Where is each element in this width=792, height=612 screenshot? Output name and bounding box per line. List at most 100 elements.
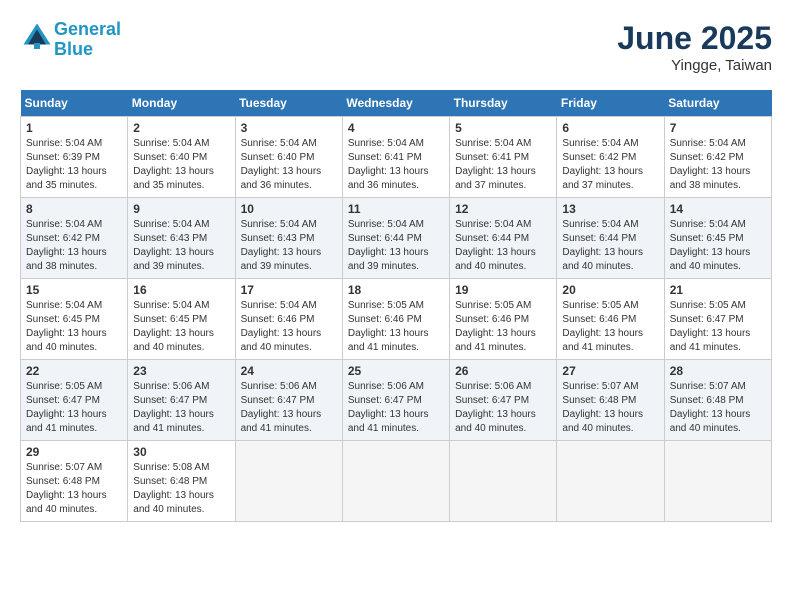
calendar-week-row: 22 Sunrise: 5:05 AM Sunset: 6:47 PM Dayli… — [21, 360, 772, 441]
table-row: 30 Sunrise: 5:08 AM Sunset: 6:48 PM Dayli… — [128, 441, 235, 522]
day-info: Sunrise: 5:04 AM Sunset: 6:39 PM Dayligh… — [26, 137, 122, 193]
calendar-week-row: 8Sunrise: 5:04 AM Sunset: 6:42 PM Daylig… — [21, 198, 772, 279]
table-row: 15 Sunrise: 5:04 AM Sunset: 6:45 PM Dayli… — [21, 279, 128, 360]
table-row: 20 Sunrise: 5:05 AM Sunset: 6:46 PM Dayli… — [557, 279, 664, 360]
table-row — [557, 441, 664, 522]
table-row — [664, 441, 771, 522]
day-info: Sunrise: 5:06 AM Sunset: 6:47 PM Dayligh… — [348, 380, 444, 436]
day-info: Sunrise: 5:07 AM Sunset: 6:48 PM Dayligh… — [562, 380, 658, 436]
day-info: Sunrise: 5:05 AM Sunset: 6:47 PM Dayligh… — [26, 380, 122, 436]
day-number: 18 — [348, 283, 444, 297]
calendar-week-row: 1 Sunrise: 5:04 AM Sunset: 6:39 PM Daylig… — [21, 117, 772, 198]
col-saturday: Saturday — [664, 90, 771, 117]
day-number: 20 — [562, 283, 658, 297]
day-info: Sunrise: 5:04 AM Sunset: 6:41 PM Dayligh… — [348, 137, 444, 193]
day-number: 1 — [26, 121, 122, 135]
table-row: 5 Sunrise: 5:04 AM Sunset: 6:41 PM Daylig… — [450, 117, 557, 198]
day-number: 29 — [26, 445, 122, 459]
day-number: 21 — [670, 283, 766, 297]
table-row: 7Sunrise: 5:04 AM Sunset: 6:42 PM Daylig… — [664, 117, 771, 198]
day-number: 10 — [241, 202, 337, 216]
month-title: June 2025 — [617, 20, 772, 57]
day-info: Sunrise: 5:08 AM Sunset: 6:48 PM Dayligh… — [133, 461, 229, 517]
logo: General Blue — [20, 20, 121, 60]
day-number: 30 — [133, 445, 229, 459]
day-number: 23 — [133, 364, 229, 378]
day-number: 4 — [348, 121, 444, 135]
logo-line2: Blue — [54, 39, 93, 59]
day-info: Sunrise: 5:04 AM Sunset: 6:45 PM Dayligh… — [26, 299, 122, 355]
col-monday: Monday — [128, 90, 235, 117]
day-number: 5 — [455, 121, 551, 135]
day-number: 8 — [26, 202, 122, 216]
day-info: Sunrise: 5:05 AM Sunset: 6:46 PM Dayligh… — [455, 299, 551, 355]
table-row: 28 Sunrise: 5:07 AM Sunset: 6:48 PM Dayli… — [664, 360, 771, 441]
table-row: 9 Sunrise: 5:04 AM Sunset: 6:43 PM Daylig… — [128, 198, 235, 279]
calendar-header-row: Sunday Monday Tuesday Wednesday Thursday… — [21, 90, 772, 117]
day-info: Sunrise: 5:04 AM Sunset: 6:44 PM Dayligh… — [348, 218, 444, 274]
table-row: 8Sunrise: 5:04 AM Sunset: 6:42 PM Daylig… — [21, 198, 128, 279]
day-info: Sunrise: 5:04 AM Sunset: 6:42 PM Dayligh… — [562, 137, 658, 193]
day-info: Sunrise: 5:04 AM Sunset: 6:43 PM Dayligh… — [241, 218, 337, 274]
table-row: 17Sunrise: 5:04 AM Sunset: 6:46 PM Dayli… — [235, 279, 342, 360]
day-number: 9 — [133, 202, 229, 216]
table-row: 19 Sunrise: 5:05 AM Sunset: 6:46 PM Dayli… — [450, 279, 557, 360]
day-info: Sunrise: 5:05 AM Sunset: 6:46 PM Dayligh… — [562, 299, 658, 355]
col-thursday: Thursday — [450, 90, 557, 117]
calendar-week-row: 29 Sunrise: 5:07 AM Sunset: 6:48 PM Dayli… — [21, 441, 772, 522]
table-row: 2Sunrise: 5:04 AM Sunset: 6:40 PM Daylig… — [128, 117, 235, 198]
day-number: 16 — [133, 283, 229, 297]
table-row: 25Sunrise: 5:06 AM Sunset: 6:47 PM Dayli… — [342, 360, 449, 441]
table-row: 4 Sunrise: 5:04 AM Sunset: 6:41 PM Daylig… — [342, 117, 449, 198]
day-info: Sunrise: 5:04 AM Sunset: 6:45 PM Dayligh… — [133, 299, 229, 355]
col-sunday: Sunday — [21, 90, 128, 117]
day-info: Sunrise: 5:05 AM Sunset: 6:47 PM Dayligh… — [670, 299, 766, 355]
table-row: 23 Sunrise: 5:06 AM Sunset: 6:47 PM Dayli… — [128, 360, 235, 441]
table-row: 3Sunrise: 5:04 AM Sunset: 6:40 PM Daylig… — [235, 117, 342, 198]
day-info: Sunrise: 5:04 AM Sunset: 6:44 PM Dayligh… — [562, 218, 658, 274]
day-number: 19 — [455, 283, 551, 297]
table-row: 24Sunrise: 5:06 AM Sunset: 6:47 PM Dayli… — [235, 360, 342, 441]
table-row — [235, 441, 342, 522]
day-number: 28 — [670, 364, 766, 378]
day-number: 14 — [670, 202, 766, 216]
table-row: 14Sunrise: 5:04 AM Sunset: 6:45 PM Dayli… — [664, 198, 771, 279]
table-row — [450, 441, 557, 522]
day-info: Sunrise: 5:04 AM Sunset: 6:41 PM Dayligh… — [455, 137, 551, 193]
day-number: 15 — [26, 283, 122, 297]
day-info: Sunrise: 5:06 AM Sunset: 6:47 PM Dayligh… — [455, 380, 551, 436]
col-friday: Friday — [557, 90, 664, 117]
table-row: 16 Sunrise: 5:04 AM Sunset: 6:45 PM Dayli… — [128, 279, 235, 360]
table-row: 22 Sunrise: 5:05 AM Sunset: 6:47 PM Dayli… — [21, 360, 128, 441]
title-section: June 2025 Yingge, Taiwan — [617, 20, 772, 74]
location: Yingge, Taiwan — [617, 57, 772, 74]
day-info: Sunrise: 5:05 AM Sunset: 6:46 PM Dayligh… — [348, 299, 444, 355]
table-row: 1 Sunrise: 5:04 AM Sunset: 6:39 PM Daylig… — [21, 117, 128, 198]
day-number: 22 — [26, 364, 122, 378]
day-info: Sunrise: 5:07 AM Sunset: 6:48 PM Dayligh… — [26, 461, 122, 517]
day-info: Sunrise: 5:04 AM Sunset: 6:43 PM Dayligh… — [133, 218, 229, 274]
day-info: Sunrise: 5:07 AM Sunset: 6:48 PM Dayligh… — [670, 380, 766, 436]
logo-text: General Blue — [54, 20, 121, 60]
table-row: 12Sunrise: 5:04 AM Sunset: 6:44 PM Dayli… — [450, 198, 557, 279]
table-row: 21 Sunrise: 5:05 AM Sunset: 6:47 PM Dayli… — [664, 279, 771, 360]
day-number: 26 — [455, 364, 551, 378]
table-row — [342, 441, 449, 522]
table-row: 29 Sunrise: 5:07 AM Sunset: 6:48 PM Dayli… — [21, 441, 128, 522]
day-number: 11 — [348, 202, 444, 216]
day-number: 17 — [241, 283, 337, 297]
day-info: Sunrise: 5:06 AM Sunset: 6:47 PM Dayligh… — [133, 380, 229, 436]
logo-icon — [22, 22, 52, 52]
calendar-week-row: 15 Sunrise: 5:04 AM Sunset: 6:45 PM Dayli… — [21, 279, 772, 360]
table-row: 18 Sunrise: 5:05 AM Sunset: 6:46 PM Dayli… — [342, 279, 449, 360]
day-number: 13 — [562, 202, 658, 216]
day-number: 27 — [562, 364, 658, 378]
table-row: 11 Sunrise: 5:04 AM Sunset: 6:44 PM Dayli… — [342, 198, 449, 279]
col-wednesday: Wednesday — [342, 90, 449, 117]
day-number: 6 — [562, 121, 658, 135]
day-number: 3 — [241, 121, 337, 135]
day-number: 12 — [455, 202, 551, 216]
table-row: 6 Sunrise: 5:04 AM Sunset: 6:42 PM Daylig… — [557, 117, 664, 198]
calendar-table: Sunday Monday Tuesday Wednesday Thursday… — [20, 90, 772, 522]
col-tuesday: Tuesday — [235, 90, 342, 117]
